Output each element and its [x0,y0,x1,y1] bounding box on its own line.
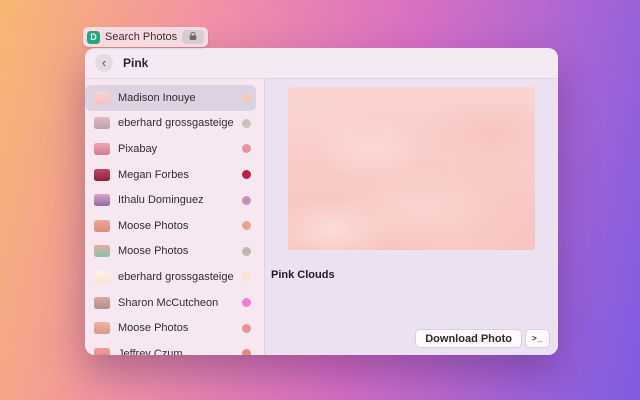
photographer-row[interactable]: Ithalu Dominguez [85,187,256,213]
photo-thumbnail [94,322,110,334]
photographer-row[interactable]: Jeffrey Czum [85,341,256,355]
action-bar: Download Photo >_ [415,329,550,348]
photo-thumbnail [94,194,110,206]
page-title: Pink [123,56,148,70]
photo-thumbnail [94,271,110,283]
photo-thumbnail [94,169,110,181]
lock-chip[interactable] [182,30,204,44]
color-dot [242,272,251,281]
photo-thumbnail [94,92,110,104]
color-dot [242,144,251,153]
color-dot [242,221,251,230]
photographer-row[interactable]: eberhard grossgasteiger [85,264,256,290]
color-dot [242,298,251,307]
app-icon: D [87,31,100,44]
photographer-name: Moose Photos [118,245,234,257]
photo-pink-clouds [288,87,535,250]
photo-thumbnail [94,117,110,129]
search-photos-badge[interactable]: D Search Photos [83,27,208,47]
photographer-row[interactable]: eberhard grossgasteiger [85,111,256,137]
photographer-name: Madison Inouye [118,92,234,104]
photo-thumbnail [94,220,110,232]
photographer-name: Jeffrey Czum [118,348,234,355]
photographer-name: Moose Photos [118,220,234,232]
photographer-row[interactable]: Moose Photos [85,239,256,265]
lock-icon [188,28,198,46]
photographer-row[interactable]: Pixabay [85,136,256,162]
photographer-name: Sharon McCutcheon [118,297,234,309]
photo-thumbnail [94,143,110,155]
color-dot [242,247,251,256]
color-dot [242,119,251,128]
photographer-name: Moose Photos [118,322,234,334]
photo-thumbnail [94,297,110,309]
window-body: Madison Inouye eberhard grossgasteiger P… [85,79,558,355]
color-dot [242,349,251,355]
window-header: ‹ Pink [85,48,558,79]
photographer-row[interactable]: Megan Forbes [85,162,256,188]
color-dot [242,93,251,102]
photographer-name: Megan Forbes [118,169,234,181]
photographer-name: Ithalu Dominguez [118,194,234,206]
photographer-row[interactable]: Moose Photos [85,213,256,239]
photo-thumbnail [94,245,110,257]
badge-label: Search Photos [105,31,177,43]
photo-title: Pink Clouds [271,269,335,281]
color-dot [242,170,251,179]
terminal-prompt-icon: >_ [532,334,543,343]
terminal-button[interactable]: >_ [525,329,550,348]
photos-window: ‹ Pink Madison Inouye eberhard grossgast… [85,48,558,355]
back-button[interactable]: ‹ [95,54,113,72]
photographer-list[interactable]: Madison Inouye eberhard grossgasteiger P… [85,79,265,355]
color-dot [242,196,251,205]
color-dot [242,324,251,333]
photographer-row[interactable]: Sharon McCutcheon [85,290,256,316]
photographer-name: eberhard grossgasteiger [118,117,234,129]
detail-pane: Pink Clouds Download Photo >_ [265,79,558,355]
photographer-row[interactable]: Madison Inouye [85,85,256,111]
photographer-name: Pixabay [118,143,234,155]
photo-thumbnail [94,348,110,355]
download-photo-button[interactable]: Download Photo [415,329,522,348]
photographer-name: eberhard grossgasteiger [118,271,234,283]
photographer-row[interactable]: Moose Photos [85,315,256,341]
